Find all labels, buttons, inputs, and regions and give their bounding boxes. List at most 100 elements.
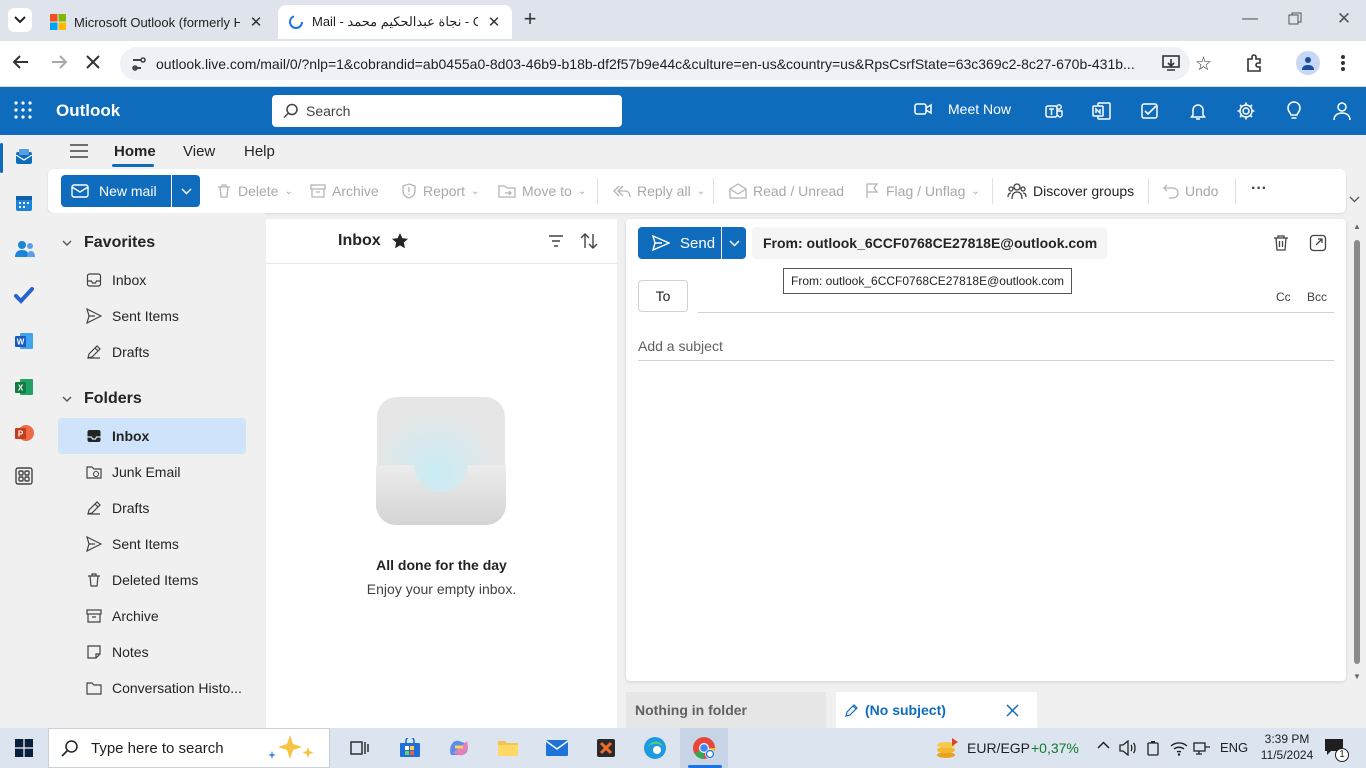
close-window-button[interactable]: ✕ — [1334, 9, 1354, 29]
scroll-up-arrow[interactable]: ▲ — [1353, 222, 1361, 232]
folder-deleted-items[interactable]: Deleted Items — [58, 562, 246, 598]
app-launcher-icon[interactable] — [14, 101, 34, 121]
reply-all-button[interactable]: Reply all ⌄ — [613, 169, 705, 213]
browser-tab-mail[interactable]: Mail - نجاة عبدالحكيم محمد - Out ✕ — [278, 5, 512, 39]
report-button[interactable]: Report ⌄ — [401, 169, 479, 213]
read-unread-button[interactable]: Read / Unread — [729, 169, 844, 213]
copilot-app-icon[interactable] — [435, 728, 483, 768]
close-draft-tab[interactable] — [1006, 704, 1020, 718]
pop-out-button[interactable] — [1309, 234, 1327, 252]
address-bar[interactable]: outlook.live.com/mail/0/?nlp=1&cobrandid… — [120, 47, 1190, 80]
todo-app-icon[interactable] — [14, 285, 34, 305]
to-recipients-input[interactable] — [698, 282, 1258, 310]
word-app-icon[interactable]: W — [14, 331, 34, 351]
app-icon[interactable] — [582, 728, 630, 768]
back-button[interactable] — [12, 53, 34, 73]
bookmark-star-icon[interactable]: ☆ — [1195, 53, 1215, 75]
speaker-icon[interactable] — [1119, 740, 1137, 756]
lightbulb-icon[interactable] — [1284, 101, 1304, 121]
edge-icon[interactable] — [631, 728, 679, 768]
undo-button[interactable]: Undo — [1163, 169, 1218, 213]
account-icon[interactable] — [1332, 101, 1352, 121]
app-name[interactable]: Outlook — [56, 101, 120, 121]
favorite-inbox[interactable]: Inbox — [58, 262, 246, 298]
more-apps-icon[interactable] — [15, 467, 33, 485]
start-button[interactable] — [0, 728, 48, 768]
forward-button[interactable] — [50, 53, 72, 73]
favorite-sent-items[interactable]: Sent Items — [58, 298, 246, 334]
folder-conversation-history[interactable]: Conversation Histo... — [58, 670, 246, 706]
tab-view[interactable]: View — [183, 143, 215, 160]
excel-app-icon[interactable]: X — [14, 377, 34, 397]
search-input[interactable]: Search — [272, 95, 622, 127]
folder-junk-email[interactable]: Junk Email — [58, 454, 246, 490]
mail-app-icon[interactable] — [14, 147, 34, 167]
scroll-down-arrow[interactable]: ▼ — [1353, 672, 1361, 682]
restore-button[interactable] — [1288, 12, 1304, 26]
new-mail-dropdown[interactable] — [172, 175, 200, 207]
folder-drafts[interactable]: Drafts — [58, 490, 246, 526]
filter-icon[interactable] — [548, 234, 564, 248]
delete-button[interactable]: Delete ⌄ — [216, 169, 293, 213]
people-app-icon[interactable] — [14, 239, 36, 259]
currency-widget-icon[interactable] — [934, 736, 960, 760]
new-tab-button[interactable]: + — [518, 8, 542, 32]
archive-button[interactable]: Archive — [310, 169, 379, 213]
folder-sent-items[interactable]: Sent Items — [58, 526, 246, 562]
to-button[interactable]: To — [638, 280, 688, 312]
folder-notes[interactable]: Notes — [58, 634, 246, 670]
discover-groups-button[interactable]: Discover groups — [1007, 169, 1134, 213]
browser-menu-icon[interactable] — [1336, 52, 1350, 74]
scrollbar-thumb[interactable] — [1354, 240, 1360, 664]
teams-icon[interactable] — [1044, 101, 1064, 121]
todo-icon[interactable] — [1140, 101, 1160, 121]
install-app-icon[interactable] — [1162, 54, 1182, 74]
new-mail-button[interactable]: New mail — [61, 175, 171, 207]
onenote-icon[interactable] — [1092, 101, 1112, 121]
profile-avatar[interactable] — [1296, 51, 1320, 75]
gear-icon[interactable] — [1236, 101, 1256, 121]
battery-icon[interactable] — [1146, 740, 1162, 756]
input-language[interactable]: ENG — [1220, 740, 1248, 755]
send-button[interactable]: Send — [638, 227, 721, 259]
cc-button[interactable]: Cc — [1276, 290, 1291, 304]
bell-icon[interactable] — [1188, 101, 1208, 121]
file-explorer-icon[interactable] — [484, 728, 532, 768]
wifi-icon[interactable] — [1170, 740, 1188, 756]
clock[interactable]: 3:39 PM 11/5/2024 — [1254, 731, 1320, 763]
extensions-icon[interactable] — [1245, 54, 1265, 74]
favorite-drafts[interactable]: Drafts — [58, 334, 246, 370]
send-options-dropdown[interactable] — [722, 227, 746, 259]
tab-help[interactable]: Help — [244, 143, 275, 160]
folder-archive[interactable]: Archive — [58, 598, 246, 634]
powerpoint-app-icon[interactable]: P — [14, 423, 34, 443]
folders-header[interactable]: Folders — [62, 384, 142, 414]
meet-now-button[interactable]: Meet Now — [914, 101, 1011, 117]
favorites-header[interactable]: Favorites — [62, 228, 155, 258]
calendar-app-icon[interactable] — [14, 193, 34, 213]
chrome-icon[interactable] — [680, 728, 728, 768]
move-to-button[interactable]: Move to ⌄ — [498, 169, 586, 213]
tab-home[interactable]: Home — [114, 143, 156, 160]
expand-ribbon-button[interactable] — [1349, 196, 1361, 206]
chevron-up-icon[interactable] — [1097, 741, 1111, 755]
more-options-button[interactable]: ··· — [1251, 180, 1267, 198]
stop-loading-button[interactable] — [84, 53, 104, 73]
subject-input[interactable]: Add a subject — [638, 336, 1334, 360]
close-tab-icon[interactable]: ✕ — [486, 14, 502, 31]
flag-unflag-button[interactable]: Flag / Unflag ⌄ — [864, 169, 980, 213]
mail-taskbar-icon[interactable] — [533, 728, 581, 768]
tab-search-button[interactable] — [8, 8, 32, 32]
nothing-in-folder-tab[interactable]: Nothing in folder — [626, 692, 826, 728]
network-icon[interactable] — [1193, 740, 1211, 756]
discard-draft-button[interactable] — [1273, 234, 1291, 252]
minimize-button[interactable]: — — [1240, 10, 1260, 30]
microsoft-store-icon[interactable] — [386, 728, 434, 768]
currency-pair[interactable]: EUR/EGP — [967, 740, 1030, 756]
hamburger-menu-icon[interactable] — [70, 144, 88, 160]
from-selector[interactable]: From: outlook_6CCF0768CE27818E@outlook.c… — [752, 227, 1107, 259]
task-view-icon[interactable] — [336, 728, 384, 768]
message-body-editor[interactable] — [638, 372, 1334, 672]
bcc-button[interactable]: Bcc — [1307, 290, 1327, 304]
folder-inbox[interactable]: Inbox — [58, 418, 246, 454]
